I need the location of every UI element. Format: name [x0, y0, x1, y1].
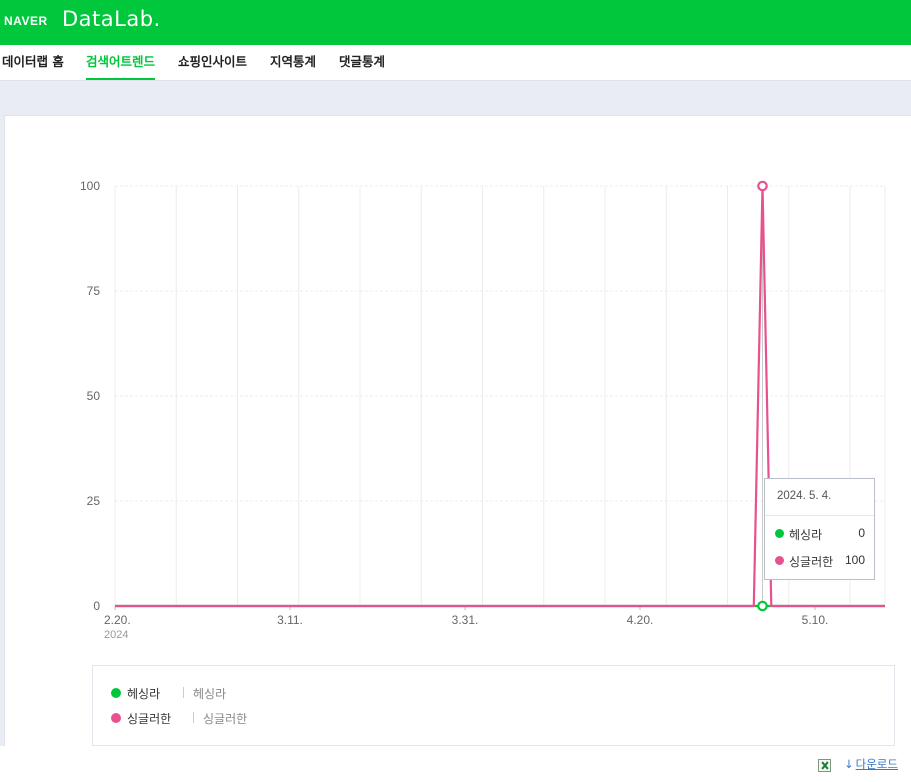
excel-icon[interactable] — [818, 759, 831, 772]
data-point-hesingra[interactable] — [757, 600, 768, 612]
x-tick-year-label: 2024 — [104, 629, 128, 641]
y-tick-label: 0 — [93, 599, 100, 613]
panel-footer — [0, 746, 911, 782]
legend-keywords: 싱글러한 — [203, 712, 248, 726]
x-tick-label: 3.31. — [452, 613, 479, 627]
legend-series-name: 싱글러한 — [127, 712, 172, 726]
download-label: 다운로드 — [855, 757, 898, 771]
y-tick-label: 25 — [87, 494, 101, 508]
y-tick-label: 100 — [80, 179, 100, 193]
x-tick-label: 5.10. — [802, 613, 829, 627]
legend-divider — [193, 712, 194, 723]
tooltip-row: 헤싱라 0 — [775, 526, 865, 542]
chart-legend: 헤싱라 헤싱라 싱글러한 싱글러한 — [92, 665, 895, 746]
legend-color-dot — [111, 713, 121, 723]
download-link[interactable]: ↓ 다운로드 — [844, 756, 898, 772]
tooltip-series-name: 싱글러한 — [789, 555, 834, 569]
download-arrow-icon: ↓ — [844, 757, 854, 771]
tooltip-series-name: 헤싱라 — [789, 528, 823, 542]
tooltip-row: 싱글러한 100 — [775, 553, 865, 569]
y-tick-label: 75 — [87, 284, 101, 298]
series-color-dot — [775, 529, 784, 538]
legend-color-dot — [111, 688, 121, 698]
legend-keywords: 헤싱라 — [193, 687, 227, 701]
chart-tooltip: 2024. 5. 4. 헤싱라 0 싱글러한 100 — [764, 478, 875, 580]
series-color-dot — [775, 556, 784, 565]
tooltip-divider — [765, 515, 874, 516]
data-point-singlreohan[interactable] — [757, 180, 768, 192]
legend-divider — [183, 687, 184, 698]
tooltip-date: 2024. 5. 4. — [777, 490, 832, 502]
tooltip-series-value: 100 — [844, 553, 865, 567]
tooltip-series-value: 0 — [858, 526, 865, 540]
legend-series-name: 헤싱라 — [127, 687, 161, 701]
y-tick-label: 50 — [87, 389, 101, 403]
x-tick-label: 3.11. — [277, 613, 303, 627]
x-tick-label: 4.20. — [627, 613, 654, 627]
x-tick-label: 2.20. — [104, 613, 131, 627]
